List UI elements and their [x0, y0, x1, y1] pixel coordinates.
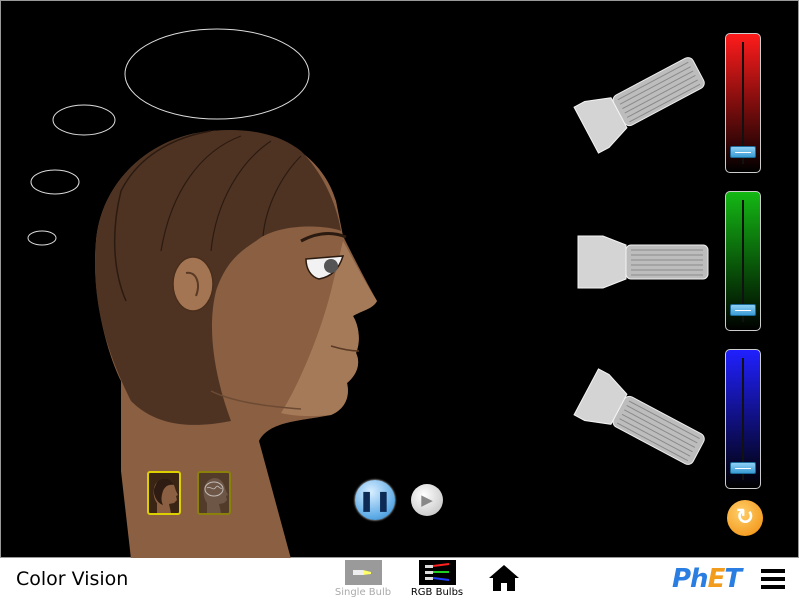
play-area: ↻ ❚❚ ▶	[0, 0, 799, 559]
home-icon[interactable]	[487, 563, 521, 593]
pause-button[interactable]: ❚❚	[355, 480, 395, 520]
flashlight-red	[573, 57, 705, 154]
flashlight-green	[577, 235, 709, 289]
single-bulb-screen-icon	[344, 560, 382, 585]
single-bulb-screen-button[interactable]: Single Bulb	[330, 560, 396, 598]
rgb-bulbs-screen-icon	[418, 560, 456, 585]
thought-bubble-large	[124, 28, 310, 120]
blue-intensity-slider[interactable]	[725, 349, 761, 489]
navigation-bar: Color Vision Single Bulb RGB Bulbs PhET	[0, 558, 799, 600]
green-slider-thumb[interactable]	[730, 304, 756, 316]
flashlight-blue	[573, 368, 705, 465]
app-title: Color Vision	[16, 568, 129, 590]
menu-line	[761, 585, 785, 589]
step-button[interactable]: ▶	[411, 484, 443, 516]
reset-all-icon: ↻	[735, 505, 755, 530]
red-slider-thumb[interactable]	[730, 146, 756, 158]
reset-all-button[interactable]: ↻	[727, 500, 763, 536]
head-profile-icon	[153, 478, 178, 513]
hamburger-menu-button[interactable]	[761, 569, 785, 591]
menu-line	[761, 569, 785, 573]
single-bulb-screen-label: Single Bulb	[334, 587, 392, 598]
thought-bubble-medium	[52, 104, 116, 136]
red-intensity-slider[interactable]	[725, 33, 761, 173]
pause-icon: ❚❚	[358, 488, 392, 512]
thought-bubble-small	[30, 169, 80, 195]
head-brain-icon	[203, 478, 228, 513]
phet-logo[interactable]: PhET	[672, 564, 742, 594]
rgb-bulbs-screen-button[interactable]: RGB Bulbs	[405, 560, 469, 598]
blue-slider-thumb[interactable]	[730, 462, 756, 474]
menu-line	[761, 577, 785, 581]
head-profile-view-button[interactable]	[147, 471, 181, 515]
green-intensity-slider[interactable]	[725, 191, 761, 331]
rgb-bulbs-screen-label: RGB Bulbs	[410, 587, 464, 598]
scene-graphics	[27, 28, 709, 559]
thought-bubble-tiny	[27, 230, 57, 246]
head-profile	[95, 130, 378, 559]
step-forward-icon: ▶	[421, 491, 433, 509]
head-brain-view-button[interactable]	[197, 471, 231, 515]
